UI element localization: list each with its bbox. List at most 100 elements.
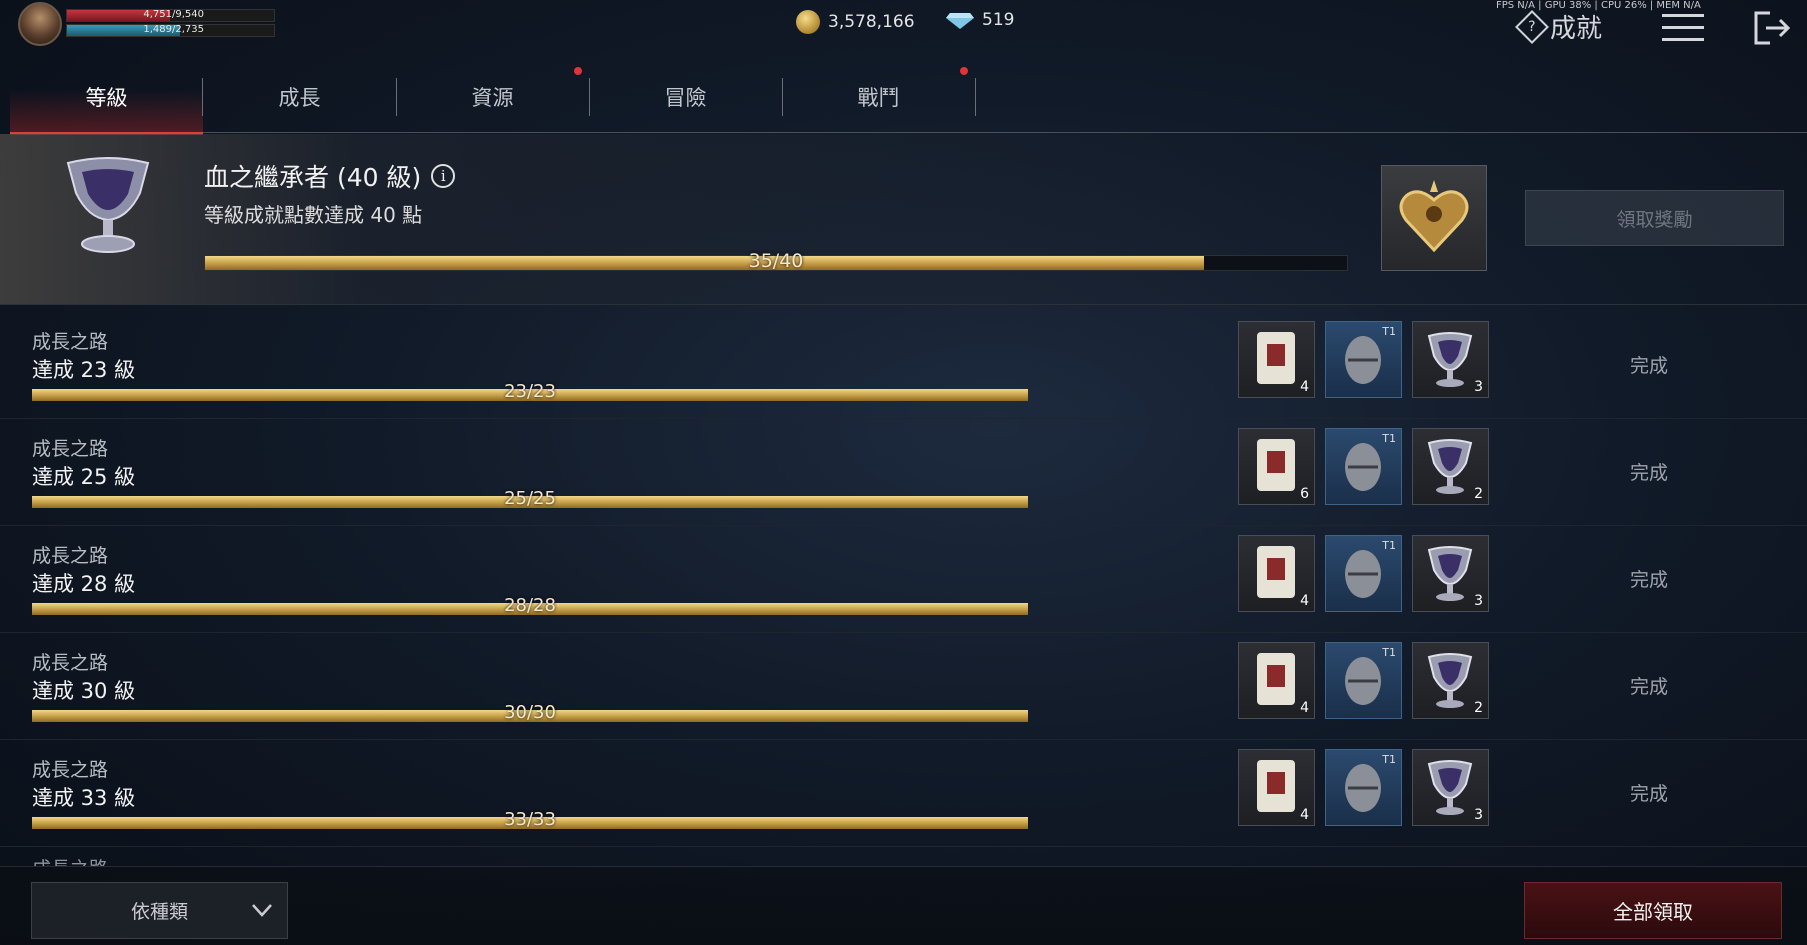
row-category: 成長之路 xyxy=(32,331,109,353)
row-progress-bar: 30/30 xyxy=(32,702,1028,723)
row-progress-bar: 23/23 xyxy=(32,381,1028,402)
row-progress-text: 33/33 xyxy=(504,809,556,830)
row-status: 完成 xyxy=(1630,355,1669,377)
menu-icon[interactable] xyxy=(1662,14,1704,44)
achievement-row: 成長之路 達成 23 級 23/23 4 T1 3 完成 xyxy=(0,311,1807,419)
row-title: 達成 28 級 xyxy=(32,572,136,596)
tab-growth-label: 成長 xyxy=(278,86,321,110)
tab-combat-badge xyxy=(960,67,968,75)
page-title: ? 成就 xyxy=(1515,8,1603,45)
partial-row-category: 成長之路 xyxy=(32,854,108,866)
equipment-reward-icon[interactable]: T1 xyxy=(1325,642,1402,719)
row-progress-text: 25/25 xyxy=(504,488,556,509)
chalice-reward-icon[interactable]: 3 xyxy=(1412,535,1489,612)
row-rewards: 4 T1 2 xyxy=(1238,642,1489,719)
reward-tier: T1 xyxy=(1382,539,1396,552)
tab-resources-label: 資源 xyxy=(471,86,514,110)
mp-text: 1,489/2,735 xyxy=(143,24,204,35)
tab-divider xyxy=(975,78,976,116)
tab-growth[interactable]: 成長 xyxy=(203,62,396,132)
reward-qty: 3 xyxy=(1474,593,1483,609)
scroll-reward-icon[interactable]: 4 xyxy=(1238,535,1315,612)
tab-resources-badge xyxy=(574,67,582,75)
gold-amount: 3,578,166 xyxy=(828,12,915,32)
row-rewards: 4 T1 3 xyxy=(1238,321,1489,398)
equipment-reward-icon[interactable]: T1 xyxy=(1325,428,1402,505)
hp-text: 4,751/9,540 xyxy=(143,9,204,20)
row-title: 達成 30 級 xyxy=(32,679,136,703)
chalice-trophy-icon xyxy=(58,148,158,258)
row-status: 完成 xyxy=(1630,569,1669,591)
scroll-reward-icon[interactable]: 4 xyxy=(1238,749,1315,826)
reward-qty: 3 xyxy=(1474,807,1483,823)
row-rewards: 4 T1 3 xyxy=(1238,749,1489,826)
scroll-reward-icon[interactable]: 4 xyxy=(1238,642,1315,719)
reward-qty: 4 xyxy=(1300,807,1309,823)
row-progress-text: 30/30 xyxy=(504,702,556,723)
row-title: 達成 33 級 xyxy=(32,786,136,810)
reward-qty: 2 xyxy=(1474,486,1483,502)
row-category: 成長之路 xyxy=(32,438,109,460)
row-category: 成長之路 xyxy=(32,545,109,567)
reward-qty: 6 xyxy=(1300,486,1309,502)
reward-qty: 4 xyxy=(1300,379,1309,395)
exit-icon[interactable] xyxy=(1752,10,1792,46)
claim-reward-button[interactable]: 領取獎勵 xyxy=(1525,190,1784,246)
tab-level-label: 等級 xyxy=(85,86,128,110)
tab-combat[interactable]: 戰鬥 xyxy=(782,62,975,132)
hp-bar: 4,751/9,540 xyxy=(66,9,275,22)
reward-tier: T1 xyxy=(1382,646,1396,659)
row-category: 成長之路 xyxy=(32,652,109,674)
page-title-text: 成就 xyxy=(1550,14,1603,44)
mp-bar: 1,489/2,735 xyxy=(66,24,275,37)
achievement-row: 成長之路 達成 30 級 30/30 4 T1 2 完成 xyxy=(0,632,1807,740)
reward-tier: T1 xyxy=(1382,432,1396,445)
achievement-row: 成長之路 達成 33 級 33/33 4 T1 3 完成 xyxy=(0,739,1807,847)
diamond-icon xyxy=(946,11,974,29)
achievement-row: 成長之路達成 28 級 28/28 4 T1 3 完成 xyxy=(0,525,1807,633)
chalice-reward-icon[interactable]: 3 xyxy=(1412,749,1489,826)
reward-qty: 4 xyxy=(1300,593,1309,609)
chevron-down-icon xyxy=(251,901,273,923)
help-icon[interactable]: ? xyxy=(1515,9,1549,44)
player-avatar[interactable] xyxy=(18,2,62,46)
reward-qty: 4 xyxy=(1300,700,1309,716)
info-icon[interactable]: i xyxy=(431,164,456,188)
header-progress-text: 35/40 xyxy=(748,250,804,272)
chalice-reward-icon[interactable]: 2 xyxy=(1412,642,1489,719)
row-progress-bar: 28/28 xyxy=(32,595,1028,616)
tab-resources[interactable]: 資源 xyxy=(396,62,589,132)
gold-display: 3,578,166 xyxy=(796,10,915,34)
sort-dropdown-label: 依種類 xyxy=(130,901,188,923)
claim-all-button[interactable]: 全部領取 xyxy=(1524,882,1782,939)
equipment-reward-icon[interactable]: T1 xyxy=(1325,749,1402,826)
heart-emblem-reward[interactable] xyxy=(1381,165,1487,271)
tab-combat-label: 戰鬥 xyxy=(857,86,900,110)
equipment-reward-icon[interactable]: T1 xyxy=(1325,535,1402,612)
sort-dropdown[interactable]: 依種類 xyxy=(31,882,288,939)
chalice-reward-icon[interactable]: 2 xyxy=(1412,428,1489,505)
reward-qty: 2 xyxy=(1474,700,1483,716)
tab-level[interactable]: 等級 xyxy=(10,62,203,135)
achievement-row: 成長之路 達成 25 級 25/25 6 T1 2 完成 xyxy=(0,418,1807,526)
tab-adventure[interactable]: 冒險 xyxy=(589,62,782,132)
row-progress-bar: 33/33 xyxy=(32,809,1028,830)
gem-display: 519 xyxy=(946,10,1014,30)
row-progress-text: 28/28 xyxy=(504,595,556,616)
header-title: 血之繼承者 (40 級) i xyxy=(204,158,456,194)
gem-amount: 519 xyxy=(982,10,1015,30)
row-rewards: 4 T1 3 xyxy=(1238,535,1489,612)
tab-adventure-label: 冒險 xyxy=(664,86,707,110)
gold-coin-icon xyxy=(796,10,820,34)
equipment-reward-icon[interactable]: T1 xyxy=(1325,321,1402,398)
header-title-text: 血之繼承者 (40 級) xyxy=(204,163,422,192)
row-status: 完成 xyxy=(1630,462,1669,484)
row-status: 完成 xyxy=(1630,783,1669,805)
reward-tier: T1 xyxy=(1382,325,1396,338)
row-rewards: 6 T1 2 xyxy=(1238,428,1489,505)
scroll-reward-icon[interactable]: 6 xyxy=(1238,428,1315,505)
chalice-reward-icon[interactable]: 3 xyxy=(1412,321,1489,398)
scroll-reward-icon[interactable]: 4 xyxy=(1238,321,1315,398)
reward-qty: 3 xyxy=(1474,379,1483,395)
header-progress-bar: 35/40 xyxy=(204,250,1348,272)
